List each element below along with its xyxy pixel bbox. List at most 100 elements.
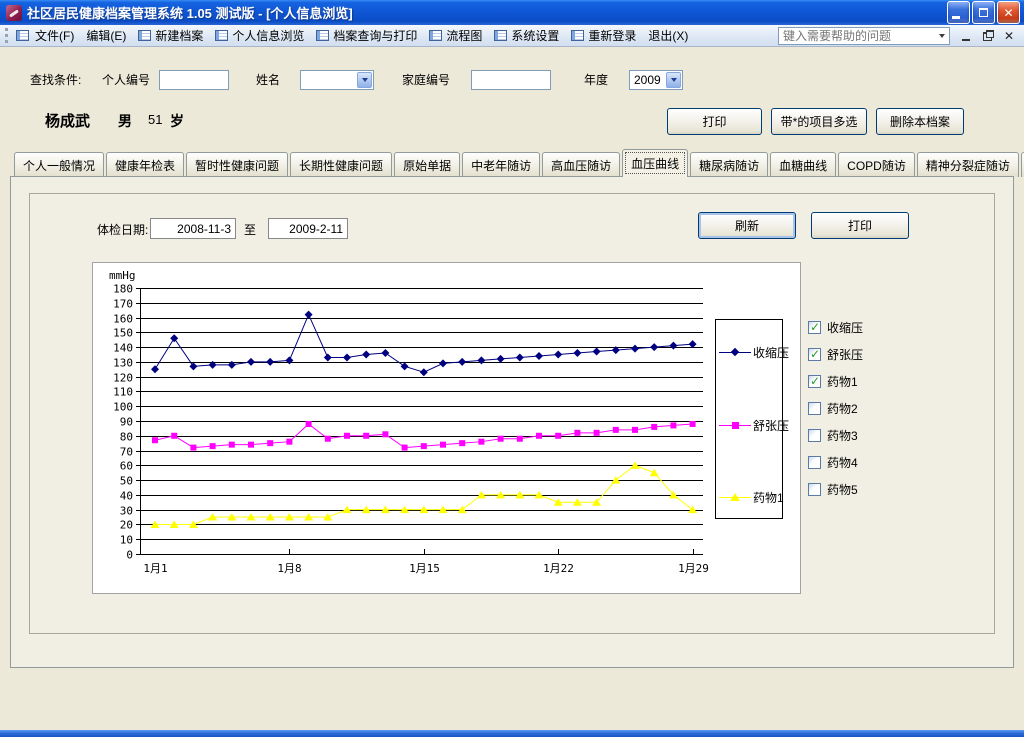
menu-item[interactable]: 编辑(E) — [80, 25, 132, 46]
patient-gender: 男 — [118, 111, 132, 131]
menu-item[interactable]: 重新登录 — [565, 25, 642, 46]
family-id-input[interactable] — [471, 70, 551, 90]
series-checkbox-row[interactable]: 收缩压 — [808, 320, 928, 334]
tab[interactable]: 健康年检表 — [106, 152, 184, 177]
bp-chart-svg: 0102030405060708090100110120130140150160… — [93, 263, 800, 593]
menu-bar: 文件(F) 编辑(E) 新建档案 个人信息浏览 — [0, 25, 1024, 47]
app-window: 社区居民健康档案管理系统 1.05 测试版 - [个人信息浏览] ✕ 文件(F)… — [0, 0, 1024, 737]
svg-text:1月15: 1月15 — [409, 562, 440, 575]
menu-item[interactable]: 个人信息浏览 — [209, 25, 310, 46]
window-title: 社区居民健康档案管理系统 1.05 测试版 - [个人信息浏览] — [27, 3, 353, 22]
legend-entry: 舒张压 — [719, 417, 779, 434]
blood-pressure-chart: 0102030405060708090100110120130140150160… — [92, 262, 801, 594]
checkbox-icon[interactable] — [808, 375, 821, 388]
tab[interactable]: 精神分裂症随访 — [917, 152, 1019, 177]
form-icon — [429, 30, 442, 41]
menu-item[interactable]: 文件(F) — [29, 25, 80, 46]
svg-text:40: 40 — [120, 490, 133, 503]
mdi-minimize-icon — [962, 39, 970, 41]
date-from-input[interactable]: 2008-11-3 — [150, 218, 236, 239]
tab[interactable]: 长期性健康问题 — [290, 152, 392, 177]
svg-text:110: 110 — [113, 386, 133, 399]
mdi-restore-icon — [983, 32, 992, 41]
checkbox-icon[interactable] — [808, 483, 821, 496]
close-button[interactable]: ✕ — [997, 1, 1020, 24]
svg-text:0: 0 — [126, 549, 133, 562]
tab[interactable]: 高血压随访 — [542, 152, 620, 177]
series-checkbox-row[interactable]: 药物2 — [808, 401, 928, 415]
mdi-minimize-button[interactable] — [960, 29, 974, 43]
menu-item[interactable]: 系统设置 — [488, 25, 565, 46]
svg-text:150: 150 — [113, 327, 133, 340]
series-checkbox-row[interactable]: 舒张压 — [808, 347, 928, 361]
close-icon: ✕ — [998, 2, 1019, 23]
tab[interactable]: 血压曲线 — [622, 149, 688, 177]
tab[interactable]: 中老年随访 — [462, 152, 540, 177]
refresh-button[interactable]: 刷新 — [698, 212, 796, 239]
checkbox-icon[interactable] — [808, 321, 821, 334]
svg-text:130: 130 — [113, 357, 133, 370]
name-label: 姓名 — [256, 70, 280, 90]
svg-text:1月22: 1月22 — [543, 562, 574, 575]
checkbox-icon[interactable] — [808, 348, 821, 361]
print-button[interactable]: 打印 — [667, 108, 762, 135]
mdi-child-icon — [16, 30, 29, 41]
legend-marker-icon — [719, 348, 751, 357]
date-to-input[interactable]: 2009-2-11 — [268, 218, 348, 239]
minimize-button[interactable] — [947, 1, 970, 24]
name-dropdown-arrow-icon[interactable] — [357, 72, 372, 88]
tab[interactable]: COPD随访 — [838, 152, 915, 177]
svg-text:1月29: 1月29 — [678, 562, 709, 575]
date-to-label: 至 — [244, 220, 256, 240]
year-label: 年度 — [584, 70, 608, 90]
year-value: 2009 — [634, 73, 661, 87]
menu-item[interactable]: 新建档案 — [132, 25, 209, 46]
series-checkbox-row[interactable]: 药物1 — [808, 374, 928, 388]
menu-item[interactable]: 退出(X) — [642, 25, 694, 46]
menu-item[interactable]: 档案查询与打印 — [310, 25, 423, 46]
form-icon — [494, 30, 507, 41]
svg-text:10: 10 — [120, 534, 133, 547]
patient-name: 杨成武 — [45, 110, 90, 131]
chart-print-button[interactable]: 打印 — [811, 212, 909, 239]
legend-marker-icon — [719, 493, 751, 502]
tab[interactable]: 血糖曲线 — [770, 152, 836, 177]
svg-text:30: 30 — [120, 505, 133, 518]
mdi-close-button[interactable]: ✕ — [1002, 29, 1016, 43]
form-icon — [316, 30, 329, 41]
checkbox-icon[interactable] — [808, 402, 821, 415]
window-bottom-border — [0, 730, 1024, 737]
minimize-icon — [952, 16, 960, 19]
tab[interactable]: 暂时性健康问题 — [186, 152, 288, 177]
help-dropdown-arrow-icon[interactable] — [935, 28, 949, 44]
svg-text:80: 80 — [120, 431, 133, 444]
delete-record-button[interactable]: 删除本档案 — [876, 108, 964, 135]
menu-item[interactable]: 流程图 — [423, 25, 488, 46]
svg-text:170: 170 — [113, 298, 133, 311]
restore-button[interactable] — [972, 1, 995, 24]
legend-entry: 药物1 — [719, 489, 779, 506]
name-combobox[interactable] — [300, 70, 374, 90]
year-combobox[interactable]: 2009 — [629, 70, 683, 90]
tab-strip: 个人一般情况 健康年检表 暂时性健康问题 长期性健康问题 原始单据 中老年随访 — [14, 149, 1016, 177]
person-id-input[interactable] — [159, 70, 229, 90]
restore-icon — [979, 8, 988, 17]
series-checkbox-row[interactable]: 药物5 — [808, 482, 928, 496]
checkbox-icon[interactable] — [808, 456, 821, 469]
svg-text:160: 160 — [113, 313, 133, 326]
person-id-label: 个人编号 — [102, 70, 150, 90]
tab[interactable]: 个人一般情况 — [14, 152, 104, 177]
tab[interactable]: 原始单据 — [394, 152, 460, 177]
checkbox-icon[interactable] — [808, 429, 821, 442]
mdi-restore-button[interactable] — [981, 29, 995, 43]
exam-date-label: 体检日期: — [97, 220, 148, 240]
help-search-box[interactable] — [778, 27, 950, 45]
app-icon — [6, 5, 22, 21]
series-checkbox-row[interactable]: 药物3 — [808, 428, 928, 442]
help-search-input[interactable] — [779, 28, 935, 44]
tab[interactable]: 糖尿病随访 — [690, 152, 768, 177]
multi-select-button[interactable]: 带*的项目多选 — [771, 108, 867, 135]
toolbar-grip[interactable] — [5, 28, 11, 43]
series-checkbox-row[interactable]: 药物4 — [808, 455, 928, 469]
year-dropdown-arrow-icon[interactable] — [666, 72, 681, 88]
